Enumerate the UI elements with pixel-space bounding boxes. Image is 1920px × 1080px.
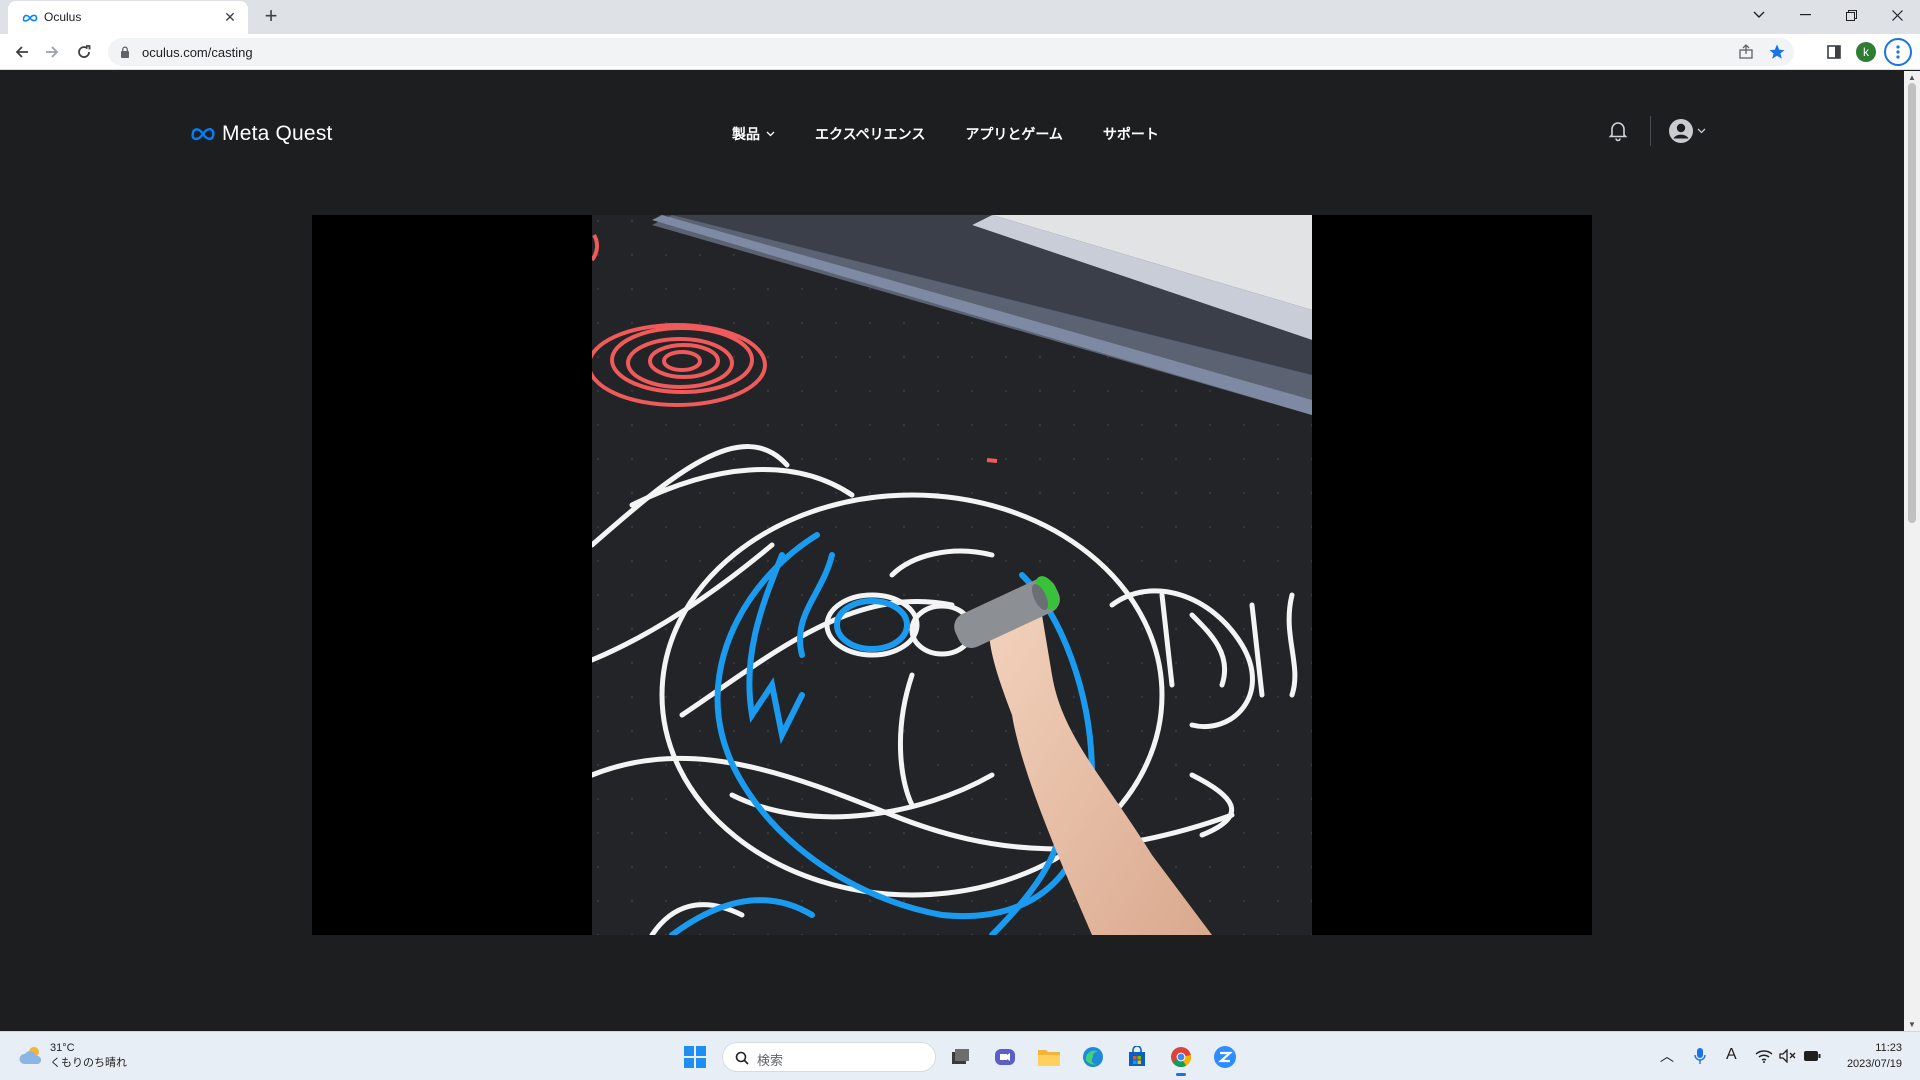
nav-products-label: 製品 [732, 126, 760, 142]
meta-quest-logo[interactable]: Meta Quest [190, 119, 333, 149]
clock-time: 11:23 [1875, 1042, 1902, 1054]
tab-oculus[interactable]: Oculus ✕ [8, 1, 248, 34]
restore-button[interactable] [1828, 0, 1874, 30]
battery-icon[interactable] [1800, 1044, 1824, 1068]
microsoft-store-icon[interactable] [1122, 1042, 1152, 1072]
lock-icon[interactable] [120, 46, 130, 58]
cloud-sun-icon [19, 1047, 42, 1064]
casting-page: Meta Quest 製品 エクスペリエンス アプリとゲーム サポート [0, 71, 1904, 1031]
back-arrow-icon[interactable] [10, 40, 34, 64]
zoom-app-icon[interactable] [1210, 1042, 1240, 1072]
chevron-down-icon [1697, 128, 1706, 134]
meta-infinity-icon [191, 128, 215, 141]
scroll-down-icon[interactable]: ▼ [1908, 1020, 1916, 1029]
casting-video-frame [312, 215, 1592, 935]
tab-title: Oculus [44, 10, 82, 24]
side-panel-icon[interactable] [1822, 40, 1846, 64]
minimize-button[interactable] [1782, 0, 1828, 30]
edge-browser-icon[interactable] [1078, 1042, 1108, 1072]
system-clock[interactable]: 11:23 2023/07/19 [1830, 1040, 1902, 1072]
header-divider [1650, 116, 1651, 146]
page-scrollbar[interactable]: ▲ ▼ [1904, 71, 1920, 1031]
tray-overflow-chevron-icon[interactable]: ︿ [1660, 1046, 1674, 1066]
profile-avatar[interactable]: k [1856, 42, 1876, 62]
address-bar[interactable]: oculus.com/casting [108, 38, 1794, 66]
meta-favicon-icon [22, 14, 38, 22]
browser-toolbar: oculus.com/casting k [0, 34, 1920, 70]
weather-widget[interactable]: 31°C くもりのち晴れ [18, 1042, 127, 1070]
microphone-icon[interactable] [1688, 1044, 1712, 1068]
vr-drawing-image [592, 215, 1312, 935]
active-app-indicator [1176, 1073, 1186, 1076]
search-icon [735, 1051, 749, 1065]
casting-stream[interactable] [592, 215, 1312, 935]
chevron-down-icon [766, 131, 775, 137]
main-nav: 製品 エクスペリエンス アプリとゲーム サポート [732, 119, 1199, 149]
taskbar-search[interactable]: 検索 [722, 1042, 936, 1072]
browser-tabstrip: Oculus ✕ + [0, 0, 1920, 34]
scroll-up-icon[interactable]: ▲ [1908, 73, 1916, 82]
search-placeholder: 検索 [757, 1053, 784, 1068]
account-menu[interactable] [1668, 117, 1712, 145]
forward-arrow-icon[interactable] [40, 40, 64, 64]
reload-icon[interactable] [72, 40, 96, 64]
nav-products[interactable]: 製品 [732, 124, 775, 144]
bookmark-star-icon[interactable] [1768, 43, 1786, 61]
nav-experiences[interactable]: エクスペリエンス [815, 124, 925, 144]
nav-support[interactable]: サポート [1103, 124, 1159, 144]
speaker-muted-icon[interactable] [1776, 1044, 1800, 1068]
windows-taskbar: 31°C くもりのち晴れ 検索 ︿ A 11:23 2023/07/19 [0, 1031, 1920, 1080]
notification-bell-icon[interactable] [1606, 118, 1630, 142]
weather-condition: くもりのち晴れ [50, 1057, 127, 1069]
weather-temperature: 31°C [50, 1042, 75, 1054]
url-text[interactable]: oculus.com/casting [142, 45, 253, 60]
logo-text: Meta Quest [222, 122, 333, 145]
browser-menu-icon[interactable] [1884, 38, 1912, 66]
chrome-icon[interactable] [1166, 1042, 1196, 1076]
file-explorer-icon[interactable] [1034, 1042, 1064, 1072]
user-avatar-icon [1669, 119, 1693, 143]
clock-date: 2023/07/19 [1846, 1058, 1902, 1070]
tab-search-icon[interactable] [1736, 0, 1782, 30]
scrollbar-thumb[interactable] [1908, 83, 1916, 523]
wifi-icon[interactable] [1752, 1044, 1776, 1068]
nav-apps-games[interactable]: アプリとゲーム [965, 124, 1063, 144]
windows-start-icon[interactable] [680, 1042, 710, 1072]
input-method-icon[interactable]: A [1726, 1046, 1737, 1064]
close-window-button[interactable] [1874, 0, 1920, 30]
share-icon[interactable] [1738, 44, 1754, 60]
task-view-icon[interactable] [945, 1042, 975, 1072]
close-tab-icon[interactable]: ✕ [220, 7, 240, 27]
teams-chat-icon[interactable] [990, 1042, 1020, 1072]
new-tab-button[interactable]: + [258, 4, 284, 30]
